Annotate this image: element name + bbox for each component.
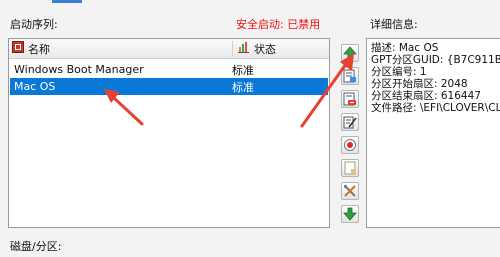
edit-entry-button[interactable] [341,67,359,85]
title-accent-strip [52,0,82,3]
boot-entry-list[interactable]: 名称 状态 Windows Boot Manager 标准 Mac OS 标准 [8,38,330,228]
boot-entry-name: Mac OS [14,80,56,93]
boot-entry-row[interactable]: Windows Boot Manager 标准 [10,61,328,78]
column-header-name[interactable]: 名称 [12,39,228,58]
boot-entry-status: 标准 [232,80,254,94]
name-column-icon [12,41,24,56]
list-header: 名称 状态 [9,39,329,59]
detail-start-sector: 分区开始扇区: 2048 [371,78,468,90]
status-column-icon [238,41,250,56]
edit-note-button[interactable] [341,113,359,131]
tools-icon [343,184,356,197]
boot-entry-status: 标准 [232,63,254,77]
column-header-name-label: 名称 [28,42,50,56]
detail-end-sector: 分区结束扇区: 616447 [371,90,481,102]
delete-entry-icon [343,92,356,106]
blank-page-button[interactable] [341,159,359,177]
boot-order-label: 启动序列: [10,18,58,31]
move-up-icon [343,46,357,60]
move-up-button[interactable] [341,44,359,62]
edit-entry-icon [343,69,356,83]
edit-note-icon [343,116,357,129]
disk-partition-label: 磁盘/分区: [10,240,62,253]
detail-partition-number: 分区编号: 1 [371,66,427,78]
blank-page-icon [344,161,356,175]
details-label: 详细信息: [370,18,418,31]
delete-entry-button[interactable] [341,90,359,108]
boot-entry-name: Windows Boot Manager [14,63,144,76]
detail-file-path: 文件路径: \EFI\CLOVER\CL [371,102,500,114]
boot-entry-row-selected[interactable]: Mac OS 标准 [10,78,328,95]
move-down-button[interactable] [341,205,359,223]
tools-button[interactable] [341,182,359,200]
secure-boot-status: 安全启动: 已禁用 [236,18,321,31]
column-header-status-label: 状态 [254,42,276,56]
details-panel: 描述: Mac OS GPT分区GUID: {B7C911B3-0 分区编号: … [366,38,500,228]
column-separator [232,41,233,56]
record-button[interactable] [341,136,359,154]
detail-description: 描述: Mac OS [371,42,439,54]
column-header-status[interactable]: 状态 [238,39,276,58]
detail-gpt-guid: GPT分区GUID: {B7C911B3-0 [371,54,500,66]
move-down-icon [343,207,357,221]
record-icon [344,139,356,151]
